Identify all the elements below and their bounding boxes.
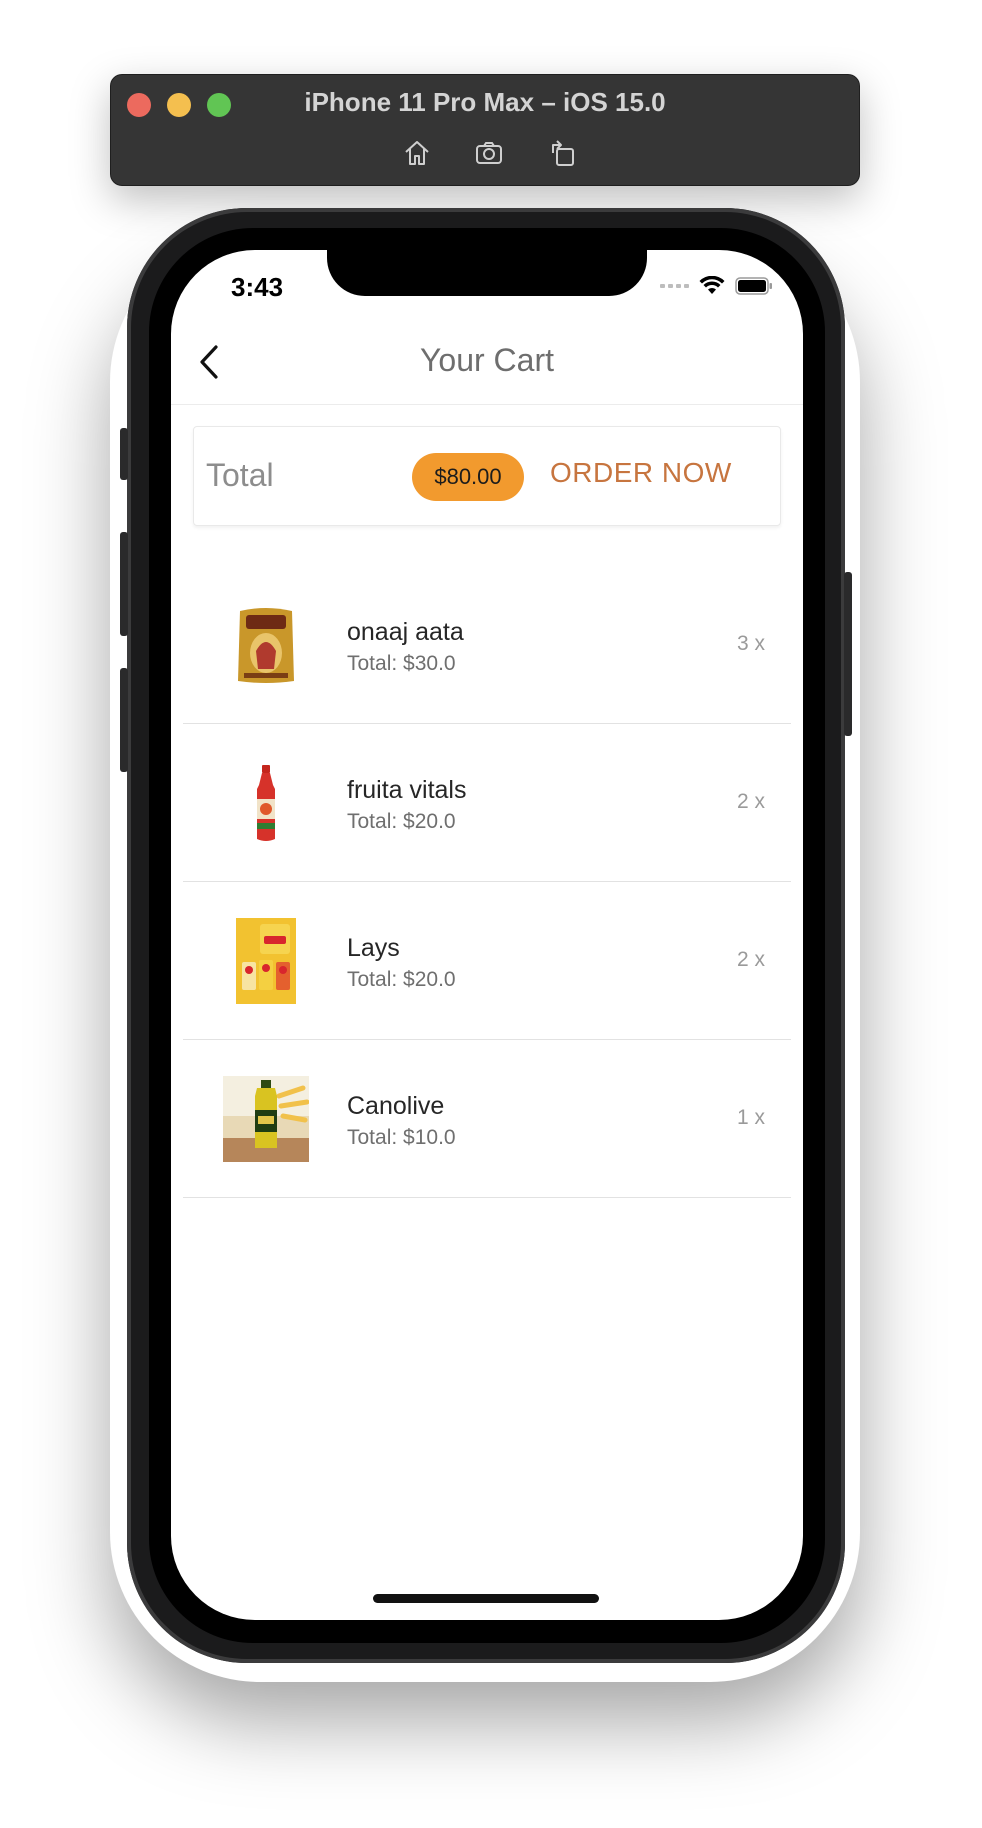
item-quantity: 3 x <box>736 632 765 655</box>
status-icons <box>660 276 773 296</box>
home-icon[interactable] <box>397 133 437 173</box>
list-item[interactable]: fruita vitals Total: $20.0 2 x <box>183 724 791 882</box>
item-quantity: 2 x <box>736 790 765 813</box>
simulator-title: iPhone 11 Pro Max – iOS 15.0 <box>304 87 666 117</box>
cart-list: onaaj aata Total: $30.0 3 x fruita vital… <box>183 566 791 1198</box>
volume-up-button <box>120 532 128 636</box>
product-image-onaaj-aata <box>223 602 309 688</box>
page-title: Your Cart <box>420 342 554 378</box>
item-name: Canolive <box>347 1092 445 1120</box>
battery-icon <box>735 277 773 295</box>
total-card: Total $80.00 ORDER NOW <box>193 426 781 526</box>
item-name: fruita vitals <box>347 776 467 804</box>
power-button <box>844 572 852 736</box>
item-total: Total: $20.0 <box>347 968 456 991</box>
rotate-icon[interactable] <box>543 133 583 173</box>
wifi-icon <box>699 276 725 296</box>
status-time: 3:43 <box>231 272 284 302</box>
product-image-fruita-vitals <box>223 760 309 846</box>
cellular-signal-icon <box>660 284 689 288</box>
total-label: Total <box>206 457 274 493</box>
total-amount-chip: $80.00 <box>412 453 524 501</box>
product-image-canolive <box>223 1076 309 1162</box>
notch <box>327 250 647 296</box>
list-item[interactable]: Canolive Total: $10.0 1 x <box>183 1040 791 1198</box>
order-now-button[interactable]: ORDER NOW <box>550 457 732 489</box>
list-item[interactable]: Lays Total: $20.0 2 x <box>183 882 791 1040</box>
product-image-lays <box>223 918 309 1004</box>
volume-down-button <box>120 668 128 772</box>
item-total: Total: $10.0 <box>347 1126 456 1149</box>
item-total: Total: $20.0 <box>347 810 456 833</box>
mute-switch <box>120 428 128 480</box>
app-bar: Your Cart <box>171 320 803 405</box>
item-name: Lays <box>347 934 400 962</box>
screenshot-icon[interactable] <box>469 133 509 173</box>
list-item[interactable]: onaaj aata Total: $30.0 3 x <box>183 566 791 724</box>
item-quantity: 2 x <box>736 948 765 971</box>
item-quantity: 1 x <box>736 1106 765 1129</box>
phone-screen: 3:43 Your Cart Total $80.00 ORDER NOW on… <box>171 250 803 1620</box>
simulator-toolbar: iPhone 11 Pro Max – iOS 15.0 <box>110 74 860 186</box>
home-indicator[interactable] <box>373 1594 599 1603</box>
item-name: onaaj aata <box>347 618 464 646</box>
item-total: Total: $30.0 <box>347 652 456 675</box>
